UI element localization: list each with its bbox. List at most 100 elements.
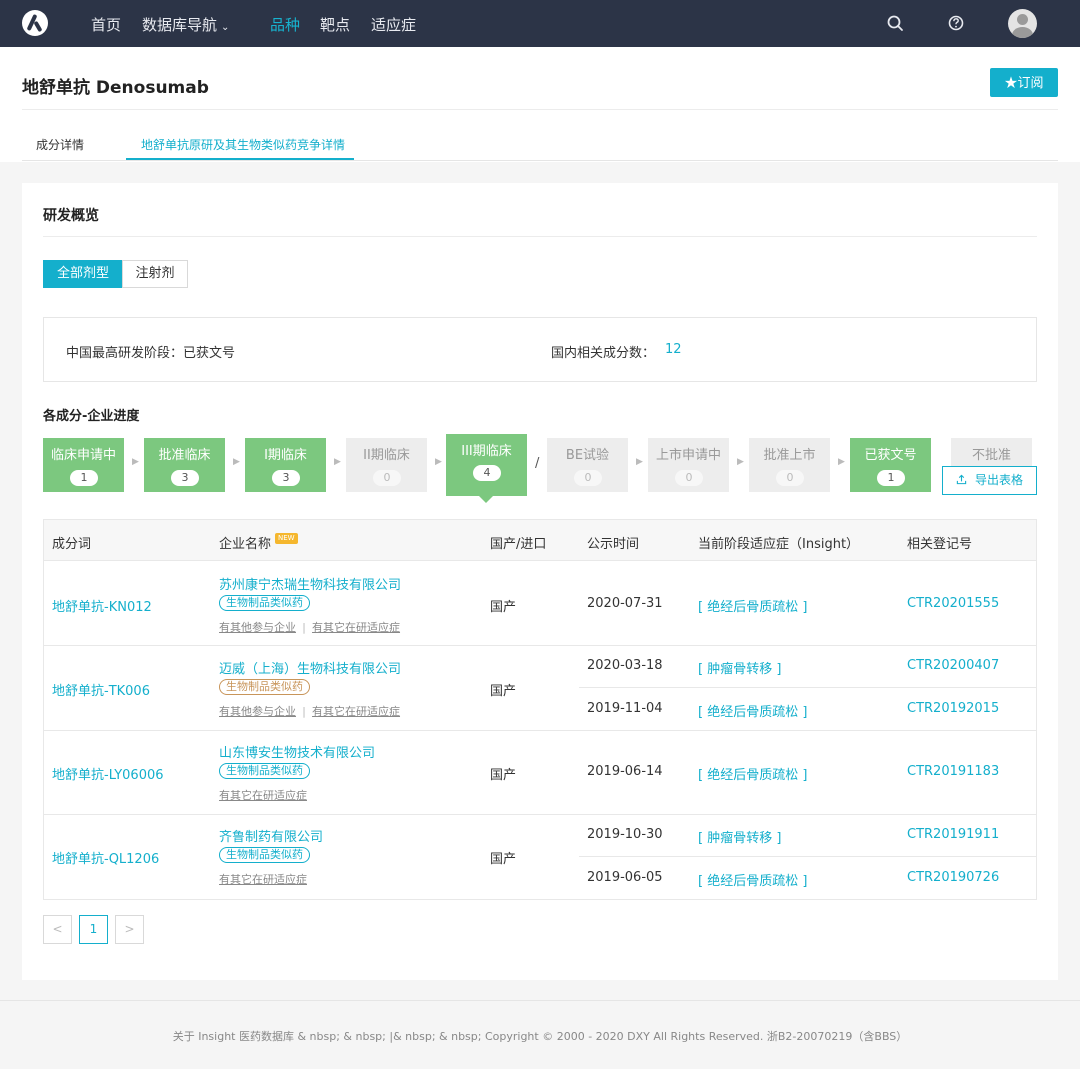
ingredient-link[interactable]: 地舒单抗-TK006 [52,680,150,699]
column-header: 成分词 [52,537,92,552]
stage-phase-3[interactable]: III期临床 4 [446,434,527,503]
logo-icon[interactable] [22,10,48,36]
sub-row-divider [579,856,1036,857]
stage-count: 0 [776,470,804,486]
registration-link[interactable]: CTR20191183 [907,764,999,779]
other-companies-link[interactable]: 有其他参与企业 [219,705,296,718]
nav-indications[interactable]: 适应症 [371,14,416,35]
publish-date: 2020-07-31 [587,596,663,611]
highest-stage: 中国最高研发阶段：已获文号 [66,342,235,361]
new-badge: NEW [275,533,298,544]
row-sublinks: 有其他参与企业 | 有其它在研适应症 [219,705,401,718]
registration-link[interactable]: CTR20190726 [907,870,999,885]
chevron-right-icon: ▶ [435,457,442,467]
stage-name: 已获文号 [864,448,917,463]
stage-name: 临床申请中 [50,448,116,463]
registration-link[interactable]: CTR20192015 [907,701,999,716]
company-link[interactable]: 山东博安生物技术有限公司 [219,742,375,761]
footer-text: 关于 Insight 医药数据库 & nbsp; & nbsp; |& nbsp… [172,1030,908,1043]
ingredient-link[interactable]: 地舒单抗-KN012 [52,596,152,615]
indication-link[interactable]: [ 绝经后骨质疏松 ] [698,701,807,720]
registration-link[interactable]: CTR20200407 [907,658,999,673]
other-indications-link[interactable]: 有其它在研适应症 [219,789,307,802]
page-1-button[interactable]: 1 [79,915,108,944]
ingredient-count-label: 国内相关成分数： [551,346,656,361]
stage-count: 3 [171,470,199,486]
stage-phase-1[interactable]: I期临床 3 [245,438,326,492]
stage-be-trial[interactable]: BE试验 0 [547,438,628,492]
help-icon[interactable] [946,13,966,33]
other-indications-link[interactable]: 有其它在研适应症 [219,873,307,886]
stage-market-application[interactable]: 上市申请中 0 [648,438,729,492]
stage-name: I期临床 [264,448,307,463]
stage-clinical-application[interactable]: 临床申请中 1 [43,438,124,492]
origin: 国产 [490,852,517,867]
export-label: 导出表格 [974,473,1023,487]
nav-home[interactable]: 首页 [91,14,121,35]
sub-row-divider [579,687,1036,688]
page-title: 地舒单抗 Denosumab [22,78,209,98]
chevron-right-icon: ▶ [737,457,744,467]
stage-market-approved[interactable]: 批准上市 0 [749,438,830,492]
row-sublinks: 有其它在研适应症 [219,871,307,887]
other-indications-link[interactable]: 有其它在研适应症 [312,621,400,634]
overview-info-box: 中国最高研发阶段：已获文号 国内相关成分数： 12 [43,317,1037,382]
upload-icon [956,474,967,485]
section-divider [43,236,1037,237]
stage-rejected[interactable]: 不批准 [951,438,1032,466]
indication-link[interactable]: [ 肿瘤骨转移 ] [698,658,781,677]
selected-stage-pointer [479,496,493,503]
tab-ingredient-details[interactable]: 成分详情 [36,136,84,153]
company-link[interactable]: 齐鲁制药有限公司 [219,826,323,845]
chevron-right-icon: ▶ [334,457,341,467]
search-icon[interactable] [885,13,905,33]
origin: 国产 [490,684,517,699]
chevron-down-icon: ⌄ [221,22,230,33]
indication-link[interactable]: [ 绝经后骨质疏松 ] [698,596,807,615]
other-indications-link[interactable]: 有其它在研适应症 [312,705,400,718]
company-link[interactable]: 迈威（上海）生物科技有限公司 [219,658,401,677]
filter-all-forms[interactable]: 全部剂型 [43,260,123,288]
indication-link[interactable]: [ 绝经后骨质疏松 ] [698,764,807,783]
stage-name: III期临床 [461,444,512,459]
stage-clinical-approved[interactable]: 批准临床 3 [144,438,225,492]
tab-competition-details[interactable]: 地舒单抗原研及其生物类似药竞争详情 [141,136,345,153]
registration-link[interactable]: CTR20201555 [907,596,999,611]
company-link[interactable]: 苏州康宁杰瑞生物科技有限公司 [219,574,401,593]
origin: 国产 [490,768,517,783]
user-avatar[interactable] [1008,9,1037,38]
table-row: 地舒单抗-LY06006 山东博安生物技术有限公司 生物制品类似药 有其它在研适… [44,731,1036,815]
biosimilar-tag: 生物制品类似药 [219,679,310,695]
prev-page-button[interactable]: < [43,915,72,944]
filter-injection[interactable]: 注射剂 [122,260,188,288]
stage-approval-number[interactable]: 已获文号 1 [850,438,931,492]
nav-targets[interactable]: 靶点 [320,14,350,35]
chevron-right-icon: ▶ [132,457,139,467]
subscribe-button[interactable]: ★订阅 [990,68,1058,97]
export-table-button[interactable]: 导出表格 [942,466,1037,495]
stage-name: II期临床 [363,448,410,463]
nav-varieties[interactable]: 品种 [270,14,300,35]
ingredient-link[interactable]: 地舒单抗-LY06006 [52,764,164,783]
ingredient-count-value[interactable]: 12 [665,342,682,357]
column-header-label: 企业名称 [219,537,272,552]
section-title: 研发概览 [43,208,99,224]
main-card: 研发概览 全部剂型 注射剂 中国最高研发阶段：已获文号 国内相关成分数： 12 … [22,183,1058,980]
progress-title: 各成分-企业进度 [43,409,140,424]
stage-phase-2[interactable]: II期临床 0 [346,438,427,492]
stage-divider-slash: / [535,456,540,471]
registration-link[interactable]: CTR20191911 [907,827,999,842]
biosimilar-tag: 生物制品类似药 [219,763,310,779]
indication-link[interactable]: [ 肿瘤骨转移 ] [698,827,781,846]
progress-table: 成分词 企业名称 NEW 国产/进口 公示时间 当前阶段适应症（Insight） … [43,519,1037,900]
ingredient-link[interactable]: 地舒单抗-QL1206 [52,848,159,867]
stage-name: BE试验 [565,448,610,463]
nav-database[interactable]: 数据库导航 ⌄ [142,14,229,35]
column-header: 当前阶段适应症（Insight） [698,537,860,552]
indication-link[interactable]: [ 绝经后骨质疏松 ] [698,870,807,889]
row-sublinks: 有其它在研适应症 [219,787,307,803]
other-companies-link[interactable]: 有其他参与企业 [219,621,296,634]
biosimilar-tag: 生物制品类似药 [219,595,310,611]
next-page-button[interactable]: > [115,915,144,944]
origin: 国产 [490,600,517,615]
